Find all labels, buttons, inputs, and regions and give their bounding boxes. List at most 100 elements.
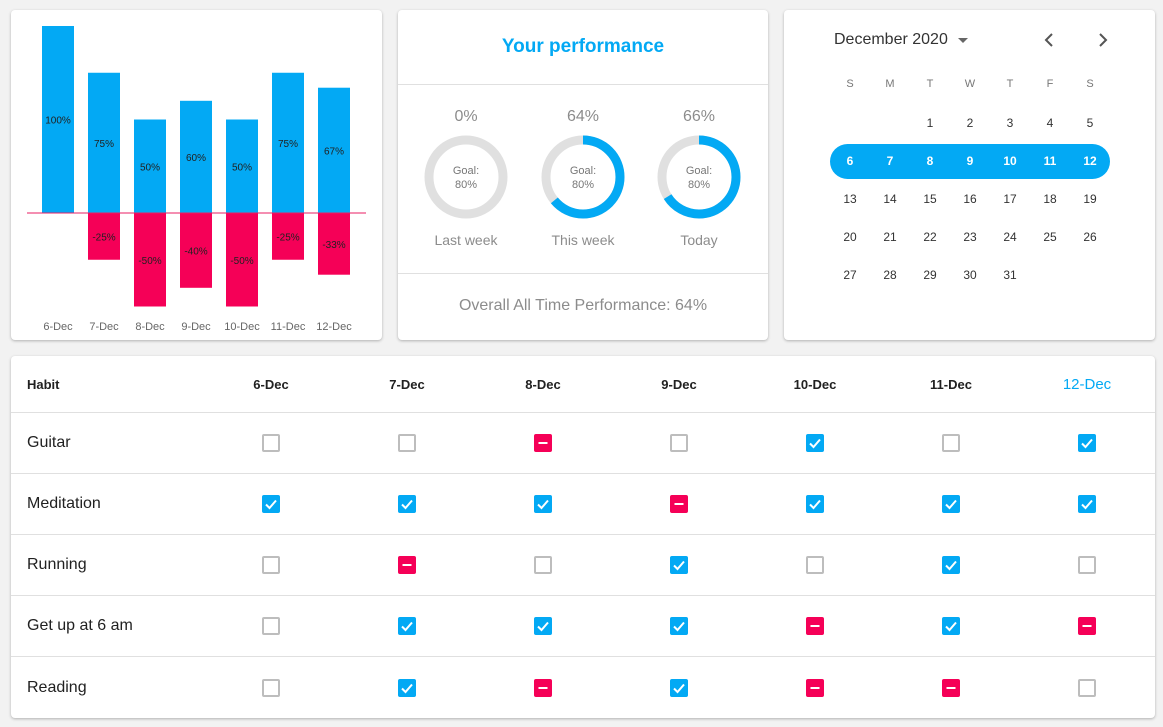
- calendar-day[interactable]: 18: [1030, 189, 1070, 209]
- calendar-day[interactable]: 29: [910, 265, 950, 285]
- date-column-header: 11-Dec: [930, 376, 972, 392]
- calendar-day[interactable]: 3: [990, 113, 1030, 133]
- habit-checkbox-empty[interactable]: [262, 556, 280, 574]
- habit-checkbox-empty[interactable]: [262, 617, 280, 635]
- habit-row: Running: [11, 535, 1155, 596]
- habit-checkbox-empty[interactable]: [1078, 556, 1096, 574]
- habit-name: Running: [27, 556, 87, 573]
- next-month-button[interactable]: [1093, 30, 1113, 50]
- month-label: December 2020: [834, 31, 948, 48]
- calendar-day[interactable]: 14: [870, 189, 910, 209]
- habit-checkbox-done[interactable]: [262, 495, 280, 513]
- calendar-card: December 2020 S M T W T F S 1 2 3 4 5 6 7 8 9 10 11 12 13 14…: [784, 10, 1155, 340]
- calendar-day[interactable]: 5: [1070, 113, 1110, 133]
- calendar-day[interactable]: 24: [990, 227, 1030, 247]
- habit-checkbox-done[interactable]: [942, 617, 960, 635]
- calendar-day[interactable]: 7: [870, 151, 910, 171]
- habit-checkbox-done[interactable]: [398, 495, 416, 513]
- date-column-header: 8-Dec: [525, 376, 561, 392]
- check-icon: [401, 621, 413, 632]
- calendar-day[interactable]: 11: [1030, 151, 1070, 171]
- calendar-day[interactable]: 26: [1070, 227, 1110, 247]
- calendar-day[interactable]: 16: [950, 189, 990, 209]
- habit-checkbox-empty[interactable]: [262, 678, 280, 697]
- ring-goal: Goal: 80%: [685, 165, 713, 191]
- minus-icon: [810, 625, 820, 627]
- habit-checkbox-done[interactable]: [1078, 434, 1096, 452]
- habit-checkbox-done[interactable]: [942, 556, 960, 574]
- habit-checkbox-empty[interactable]: [942, 434, 960, 452]
- habit-checkbox-done[interactable]: [806, 434, 824, 452]
- weekday-header: W: [964, 78, 976, 90]
- calendar-day[interactable]: 10: [990, 151, 1030, 171]
- habit-checkbox-empty[interactable]: [1078, 678, 1096, 697]
- calendar-day[interactable]: 13: [830, 189, 870, 209]
- habit-name: Get up at 6 am: [27, 617, 133, 634]
- ring-goal: Goal: 80%: [569, 165, 597, 191]
- x-tick-label: 11-Dec: [271, 321, 306, 333]
- habit-checkbox-done[interactable]: [806, 495, 824, 513]
- habit-checkbox-done[interactable]: [670, 556, 688, 574]
- calendar-day[interactable]: 4: [1030, 113, 1070, 133]
- minus-icon: [538, 686, 548, 689]
- calendar-day[interactable]: 22: [910, 227, 950, 247]
- habit-checkbox-done[interactable]: [398, 678, 416, 697]
- ring-goal: Goal: 80%: [452, 165, 480, 191]
- calendar-day[interactable]: 28: [870, 265, 910, 285]
- performance-title: Your performance: [501, 36, 665, 57]
- weekday-header: F: [1046, 78, 1054, 90]
- check-icon: [265, 499, 277, 510]
- habit-checkbox-done[interactable]: [1078, 495, 1096, 513]
- habit-checkbox-empty[interactable]: [398, 434, 416, 452]
- habit-checkbox-done[interactable]: [534, 617, 552, 635]
- habit-checkbox-missed[interactable]: [534, 678, 552, 697]
- habit-checkbox-missed[interactable]: [534, 434, 552, 452]
- previous-month-button[interactable]: [1039, 30, 1059, 50]
- habit-checkbox-missed[interactable]: [398, 556, 416, 574]
- calendar-day[interactable]: 2: [950, 113, 990, 133]
- habit-checkbox-missed[interactable]: [942, 678, 960, 697]
- habit-checkbox-done[interactable]: [670, 617, 688, 635]
- calendar-day[interactable]: 17: [990, 189, 1030, 209]
- calendar-day[interactable]: 31: [990, 265, 1030, 285]
- habit-checkbox-done[interactable]: [670, 678, 688, 697]
- calendar-day[interactable]: 8: [910, 151, 950, 171]
- calendar-day[interactable]: 9: [950, 151, 990, 171]
- weekday-header: T: [926, 78, 934, 90]
- date-column-header: 10-Dec: [793, 376, 837, 392]
- check-icon: [673, 621, 685, 632]
- habit-checkbox-empty[interactable]: [670, 434, 688, 452]
- habit-checkbox-missed[interactable]: [806, 678, 824, 697]
- check-icon: [945, 499, 957, 510]
- calendar-day[interactable]: 25: [1030, 227, 1070, 247]
- x-tick-label: 7-Dec: [89, 321, 119, 333]
- calendar-day[interactable]: 12: [1070, 151, 1110, 171]
- calendar-day[interactable]: 23: [950, 227, 990, 247]
- habit-checkbox-empty[interactable]: [806, 556, 824, 574]
- calendar-day[interactable]: 30: [950, 265, 990, 285]
- habit-checkbox-empty[interactable]: [534, 556, 552, 574]
- habit-checkbox-done[interactable]: [398, 617, 416, 635]
- habit-checkbox-empty[interactable]: [262, 434, 280, 452]
- performance-ring-0: 0% Goal: 80% Last week: [416, 107, 516, 248]
- habit-checkbox-done[interactable]: [534, 495, 552, 513]
- x-tick-label: 8-Dec: [135, 321, 165, 333]
- habit-checkbox-missed[interactable]: [670, 495, 688, 513]
- month-selector[interactable]: December 2020: [834, 30, 968, 50]
- calendar-day[interactable]: 1: [910, 113, 950, 133]
- habit-checkbox-missed[interactable]: [806, 617, 824, 635]
- chevron-right-icon: [1099, 33, 1108, 47]
- performance-ring-2: 66% Goal: 80% Today: [649, 107, 749, 248]
- calendar-day[interactable]: 19: [1070, 189, 1110, 209]
- check-icon: [401, 683, 413, 693]
- habit-checkbox-missed[interactable]: [1078, 617, 1096, 635]
- minus-icon: [946, 686, 956, 689]
- calendar-day[interactable]: 15: [910, 189, 950, 209]
- calendar-day[interactable]: 27: [830, 265, 870, 285]
- minus-icon: [1082, 625, 1092, 627]
- calendar-day[interactable]: 21: [870, 227, 910, 247]
- calendar-day[interactable]: 6: [830, 151, 870, 171]
- calendar-day[interactable]: 20: [830, 227, 870, 247]
- x-tick-label: 12-Dec: [316, 321, 352, 333]
- habit-checkbox-done[interactable]: [942, 495, 960, 513]
